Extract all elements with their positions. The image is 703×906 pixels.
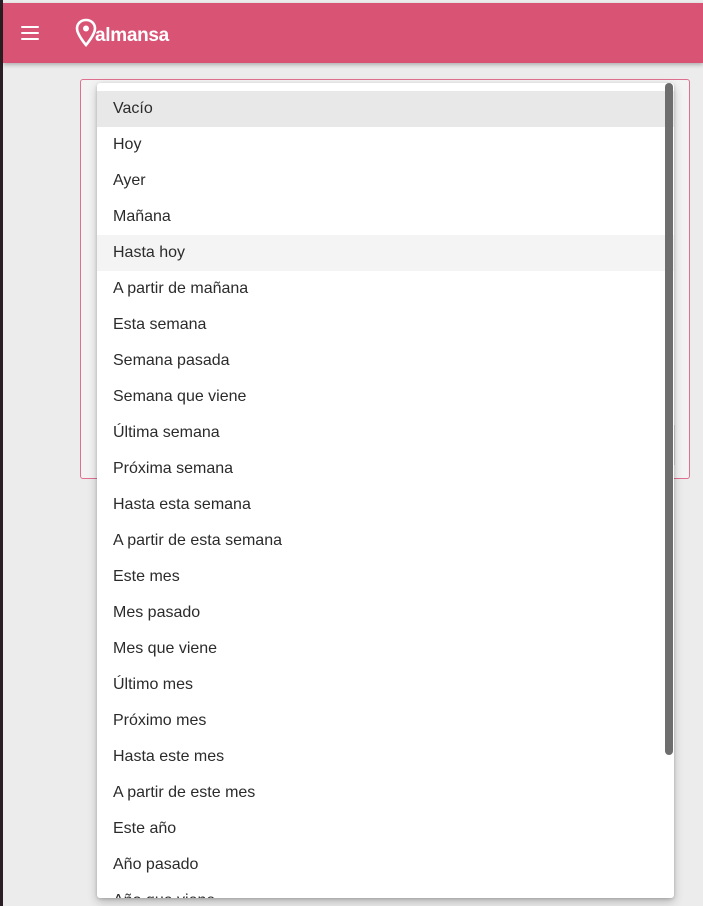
dropdown-option[interactable]: Ayer	[97, 163, 674, 199]
dropdown-option[interactable]: Esta semana	[97, 307, 674, 343]
dropdown-option[interactable]: Mañana	[97, 199, 674, 235]
dropdown-option[interactable]: Hasta este mes	[97, 739, 674, 775]
window-edge	[0, 0, 3, 906]
dropdown-options-list: Vacío Hoy Ayer Mañana Hasta hoy A partir de m…	[97, 91, 674, 898]
app-logo[interactable]: almansa	[75, 18, 169, 48]
dropdown-option[interactable]: Año pasado	[97, 847, 674, 883]
dropdown-option[interactable]: Vacío	[97, 91, 674, 127]
scrollbar-thumb[interactable]	[665, 83, 673, 755]
dropdown-option[interactable]: A partir de este mes	[97, 775, 674, 811]
dropdown-option[interactable]: Último mes	[97, 667, 674, 703]
dropdown-option[interactable]: Última semana	[97, 415, 674, 451]
dropdown-option[interactable]: Semana pasada	[97, 343, 674, 379]
location-pin-icon	[75, 18, 97, 47]
dropdown-option[interactable]: A partir de mañana	[97, 271, 674, 307]
dropdown-option[interactable]: Año que viene	[97, 883, 674, 898]
dropdown-option[interactable]: Próxima semana	[97, 451, 674, 487]
dropdown-scrollbar[interactable]	[662, 83, 674, 898]
dropdown-option[interactable]: Hasta esta semana	[97, 487, 674, 523]
dropdown-option[interactable]: Semana que viene	[97, 379, 674, 415]
app-bar: almansa	[3, 3, 703, 63]
dropdown-option[interactable]: Mes que viene	[97, 631, 674, 667]
dropdown-option[interactable]: Próximo mes	[97, 703, 674, 739]
logo-text: almansa	[95, 25, 169, 46]
card-divider	[674, 425, 675, 465]
dropdown-option[interactable]: Este mes	[97, 559, 674, 595]
date-filter-dropdown[interactable]: Vacío Hoy Ayer Mañana Hasta hoy A partir de m…	[97, 83, 674, 898]
dropdown-option[interactable]: Mes pasado	[97, 595, 674, 631]
dropdown-option[interactable]: Hasta hoy	[97, 235, 674, 271]
dropdown-option[interactable]: A partir de esta semana	[97, 523, 674, 559]
dropdown-option[interactable]: Hoy	[97, 127, 674, 163]
dropdown-option[interactable]: Este año	[97, 811, 674, 847]
hamburger-menu-icon[interactable]	[19, 21, 43, 45]
